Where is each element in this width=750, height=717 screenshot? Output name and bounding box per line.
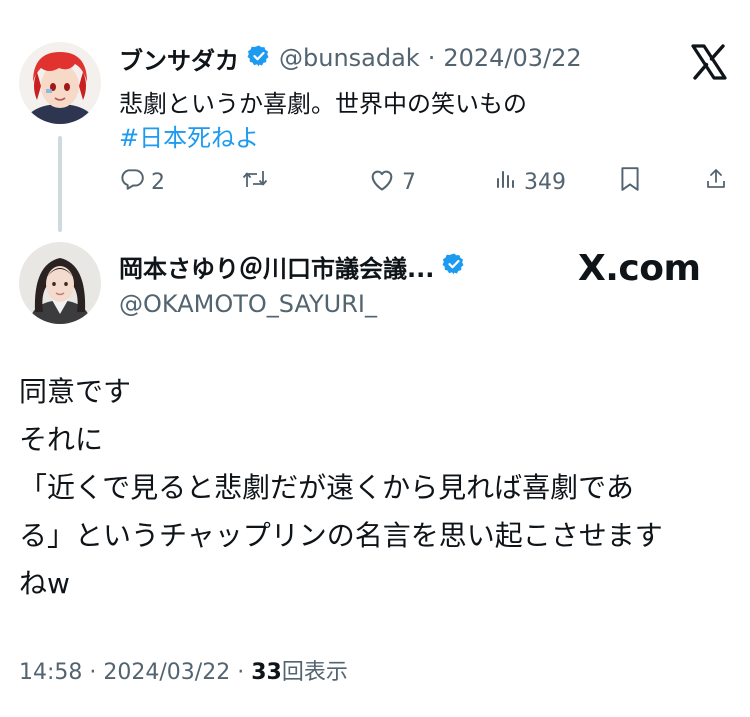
views-count: 349 xyxy=(524,169,566,195)
bookmark-icon xyxy=(619,166,641,198)
tweet-date[interactable]: 2024/03/22 xyxy=(103,660,230,685)
like-count: 7 xyxy=(402,169,416,195)
tweet-time[interactable]: 14:58 xyxy=(19,660,82,685)
xcom-watermark: X.com xyxy=(578,247,701,289)
bookmark-button[interactable] xyxy=(619,166,641,198)
parent-tweet-text: 悲劇というか喜劇。世界中の笑いもの xyxy=(119,90,527,118)
parent-handle[interactable]: @bunsadak xyxy=(279,44,420,72)
reply-handle[interactable]: @OKAMOTO_SAYURI_ xyxy=(119,290,377,318)
share-icon xyxy=(704,166,728,198)
anime-avatar-image xyxy=(19,42,101,124)
reply-header: 岡本さゆり＠川口市議会議... xyxy=(119,249,466,284)
meta-separator-2: · xyxy=(237,660,245,685)
reply-button[interactable]: 2 xyxy=(119,168,165,196)
verified-badge-icon xyxy=(442,252,466,280)
parent-avatar[interactable] xyxy=(19,42,101,124)
views-total: 33 xyxy=(251,660,282,685)
retweet-button[interactable] xyxy=(241,168,275,196)
x-logo-icon xyxy=(690,44,728,80)
parent-separator: · xyxy=(427,44,436,72)
views-label: 回表示 xyxy=(281,660,348,685)
parent-header: ブンサダカ @bunsadak · 2024/03/22 xyxy=(119,41,582,76)
views-bar-chart-icon xyxy=(494,167,518,197)
heart-icon xyxy=(368,166,396,198)
reply-tweet-text: 同意です それに 「近くで見ると悲劇だが遠くから見れば喜劇であ る」というチャッ… xyxy=(19,375,663,600)
views-button[interactable]: 349 xyxy=(494,168,566,196)
reply-count: 2 xyxy=(151,169,165,195)
thread-connector-line xyxy=(58,136,62,232)
reply-avatar[interactable] xyxy=(19,242,101,324)
profile-photo-image xyxy=(19,242,101,324)
like-button[interactable]: 7 xyxy=(368,168,416,196)
reply-icon xyxy=(119,166,145,198)
reply-display-name[interactable]: 岡本さゆり＠川口市議会議... xyxy=(119,249,434,284)
tweet-meta: 14:58 · 2024/03/22 · 33回表示 xyxy=(19,654,348,686)
parent-hashtag-link[interactable]: #日本死ねよ xyxy=(119,118,259,153)
retweet-icon xyxy=(241,166,269,198)
meta-separator-1: · xyxy=(89,660,97,685)
parent-display-name[interactable]: ブンサダカ xyxy=(119,41,239,76)
parent-date[interactable]: 2024/03/22 xyxy=(443,44,581,72)
share-button[interactable] xyxy=(704,168,728,196)
verified-badge-icon xyxy=(247,44,271,72)
